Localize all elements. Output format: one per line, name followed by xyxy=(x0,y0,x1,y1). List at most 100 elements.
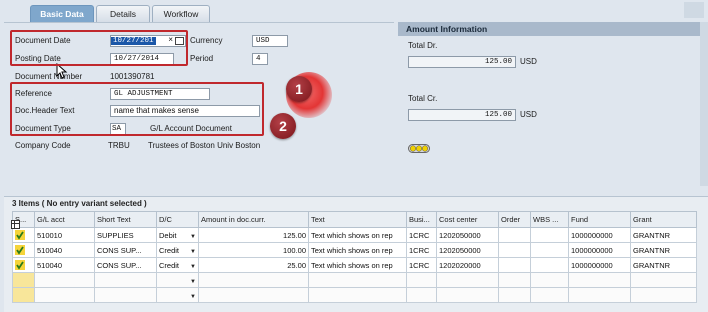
short-text-cell[interactable]: CONS SUP... xyxy=(94,242,157,258)
dropdown-arrow-icon[interactable]: ▼ xyxy=(190,294,196,300)
clear-icon[interactable]: × xyxy=(168,36,173,46)
business-area-cell[interactable]: 1CRC xyxy=(406,257,437,273)
doc-header-text-field[interactable]: name that makes sense xyxy=(110,105,260,117)
grant-cell[interactable]: GRANTNR xyxy=(630,257,697,273)
short-text-cell[interactable]: CONS SUP... xyxy=(94,257,157,273)
business-area-cell[interactable] xyxy=(406,287,437,303)
column-header-amount[interactable]: Amount in doc.curr. xyxy=(198,211,309,228)
fund-cell[interactable]: 1000000000 xyxy=(568,257,631,273)
fund-cell[interactable]: 1000000000 xyxy=(568,242,631,258)
text-cell[interactable]: Text which shows on rep xyxy=(308,227,407,243)
column-header-fund[interactable]: Fund xyxy=(568,211,631,228)
period-field[interactable]: 4 xyxy=(252,53,268,65)
short-text-cell[interactable]: SUPPLIES xyxy=(94,227,157,243)
dc-cell[interactable]: Credit ▼ xyxy=(156,242,199,258)
short-text-cell[interactable] xyxy=(94,272,157,288)
amount-cell[interactable] xyxy=(198,272,309,288)
wbs-cell[interactable] xyxy=(530,227,569,243)
column-header-business-area[interactable]: Busi... xyxy=(406,211,437,228)
column-header-gl-acct[interactable]: G/L acct xyxy=(34,211,95,228)
column-header-dc[interactable]: D/C xyxy=(156,211,199,228)
amount-cell[interactable]: 125.00 xyxy=(198,227,309,243)
table-row-empty[interactable]: ▼ xyxy=(12,287,697,303)
short-text-cell[interactable] xyxy=(94,287,157,303)
dc-value: Debit xyxy=(159,230,177,240)
total-dr-field: 125.00 xyxy=(408,56,516,68)
tab-details[interactable]: Details xyxy=(96,5,150,22)
grant-cell[interactable]: GRANTNR xyxy=(630,227,697,243)
status-cell xyxy=(12,272,35,288)
text-cell[interactable] xyxy=(308,287,407,303)
column-header-grant[interactable]: Grant xyxy=(630,211,697,228)
document-type-field[interactable]: SA xyxy=(110,123,126,135)
cost-center-cell[interactable]: 1202050000 xyxy=(436,227,499,243)
wbs-cell[interactable] xyxy=(530,242,569,258)
order-cell[interactable] xyxy=(498,242,531,258)
table-row[interactable]: 510040 CONS SUP... Credit ▼ 100.00 Text w… xyxy=(12,242,697,258)
document-date-label: Document Date xyxy=(15,36,71,45)
currency-field[interactable]: USD xyxy=(252,35,288,47)
currency-label: Currency xyxy=(190,36,223,45)
dc-cell[interactable]: ▼ xyxy=(156,272,199,288)
text-cell[interactable]: Text which shows on rep xyxy=(308,242,407,258)
mouse-cursor-icon xyxy=(56,63,68,79)
amount-cell[interactable] xyxy=(198,287,309,303)
items-title: 3 Items ( No entry variant selected ) xyxy=(12,199,147,208)
table-row[interactable]: 510010 SUPPLIES Debit ▼ 125.00 Text which… xyxy=(12,227,697,243)
fund-cell[interactable] xyxy=(568,287,631,303)
dropdown-arrow-icon[interactable]: ▼ xyxy=(190,234,196,240)
table-row[interactable]: 510040 CONS SUP... Credit ▼ 25.00 Text wh… xyxy=(12,257,697,273)
items-panel: 3 Items ( No entry variant selected ) S.… xyxy=(4,196,708,312)
header-scrollbar[interactable] xyxy=(700,22,708,186)
order-cell[interactable] xyxy=(498,227,531,243)
column-header-order[interactable]: Order xyxy=(498,211,531,228)
dropdown-arrow-icon[interactable]: ▼ xyxy=(190,264,196,270)
calendar-icon[interactable] xyxy=(175,37,184,45)
fund-cell[interactable] xyxy=(568,272,631,288)
reference-field[interactable]: GL ADJUSTMENT xyxy=(110,88,210,100)
document-date-field[interactable]: 10/27/201 × xyxy=(110,35,186,47)
wbs-cell[interactable] xyxy=(530,257,569,273)
gl-acct-cell[interactable] xyxy=(34,287,95,303)
doc-header-text-label: Doc.Header Text xyxy=(15,106,75,115)
gl-acct-cell[interactable]: 510010 xyxy=(34,227,95,243)
cost-center-cell[interactable] xyxy=(436,287,499,303)
dc-cell[interactable]: Credit ▼ xyxy=(156,257,199,273)
text-cell[interactable] xyxy=(308,272,407,288)
order-cell[interactable] xyxy=(498,272,531,288)
grant-cell[interactable] xyxy=(630,272,697,288)
cost-center-cell[interactable]: 1202020000 xyxy=(436,257,499,273)
dc-cell[interactable]: Debit ▼ xyxy=(156,227,199,243)
business-area-cell[interactable] xyxy=(406,272,437,288)
fund-cell[interactable]: 1000000000 xyxy=(568,227,631,243)
dropdown-arrow-icon[interactable]: ▼ xyxy=(190,279,196,285)
tab-workflow[interactable]: Workflow xyxy=(152,5,210,22)
amount-cell[interactable]: 25.00 xyxy=(198,257,309,273)
table-row-empty[interactable]: ▼ xyxy=(12,272,697,288)
column-header-wbs[interactable]: WBS ... xyxy=(530,211,569,228)
table-settings-icon[interactable] xyxy=(11,220,20,229)
dropdown-arrow-icon[interactable]: ▼ xyxy=(190,249,196,255)
cost-center-cell[interactable] xyxy=(436,272,499,288)
column-header-text[interactable]: Text xyxy=(308,211,407,228)
gl-acct-cell[interactable] xyxy=(34,272,95,288)
tab-scroll[interactable] xyxy=(684,2,704,18)
wbs-cell[interactable] xyxy=(530,272,569,288)
grant-cell[interactable] xyxy=(630,287,697,303)
dc-cell[interactable]: ▼ xyxy=(156,287,199,303)
amount-cell[interactable]: 100.00 xyxy=(198,242,309,258)
column-header-short-text[interactable]: Short Text xyxy=(94,211,157,228)
posting-date-field[interactable]: 10/27/2014 xyxy=(110,53,174,65)
wbs-cell[interactable] xyxy=(530,287,569,303)
text-cell[interactable]: Text which shows on rep xyxy=(308,257,407,273)
tab-basic-data[interactable]: Basic Data xyxy=(30,5,94,22)
gl-acct-cell[interactable]: 510040 xyxy=(34,257,95,273)
order-cell[interactable] xyxy=(498,287,531,303)
column-header-cost-center[interactable]: Cost center xyxy=(436,211,499,228)
order-cell[interactable] xyxy=(498,257,531,273)
grant-cell[interactable]: GRANTNR xyxy=(630,242,697,258)
business-area-cell[interactable]: 1CRC xyxy=(406,242,437,258)
business-area-cell[interactable]: 1CRC xyxy=(406,227,437,243)
cost-center-cell[interactable]: 1202050000 xyxy=(436,242,499,258)
gl-acct-cell[interactable]: 510040 xyxy=(34,242,95,258)
